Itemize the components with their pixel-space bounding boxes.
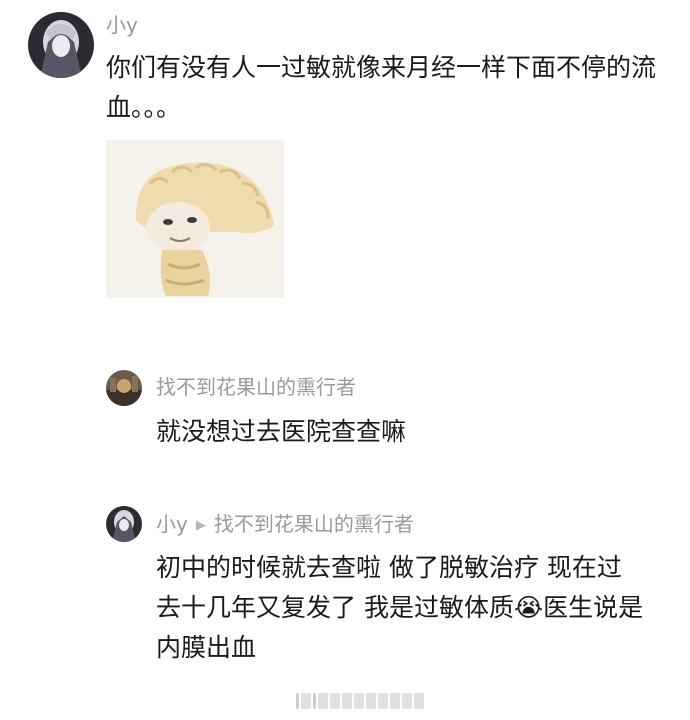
avatar-reply-2[interactable] bbox=[106, 506, 142, 542]
avatar-main[interactable] bbox=[28, 12, 94, 78]
comment-text: 你们有没有人一过敏就像来月经一样下面不停的流血。。。 bbox=[106, 53, 657, 122]
reply-1-username[interactable]: 找不到花果山的熏行者 bbox=[156, 374, 356, 400]
reply-2-username[interactable]: 小y bbox=[156, 512, 188, 536]
avatar-reply-1[interactable] bbox=[106, 370, 142, 406]
comment-username[interactable]: 小y bbox=[106, 12, 138, 38]
reply-2-reply-to[interactable]: 找不到花果山的熏行者 bbox=[214, 512, 414, 536]
dumpling-sticker-image[interactable] bbox=[106, 140, 284, 298]
reply-arrow-icon: ▶ bbox=[195, 518, 206, 533]
reply-2-header: 小y ▶ 找不到花果山的熏行者 bbox=[156, 511, 414, 539]
reply-1-text: 就没想过去医院查查嘛 bbox=[156, 417, 407, 446]
watermark-image bbox=[296, 690, 424, 712]
loudly-crying-face-icon: 😭 bbox=[513, 593, 544, 622]
reply-2-text: 初中的时候就去查啦 做了脱敏治疗 现在过去十几年又复发了 我是过敏体质😭医生说是… bbox=[156, 548, 646, 668]
